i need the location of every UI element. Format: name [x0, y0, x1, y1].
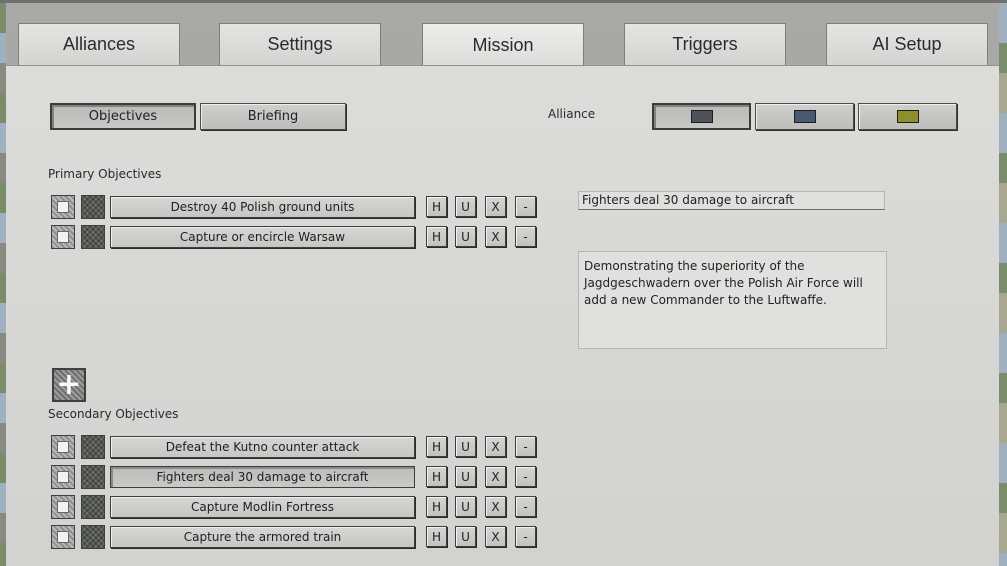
primary-objectives-heading: Primary Objectives	[48, 167, 162, 181]
x-button[interactable]: X	[485, 466, 506, 487]
briefing-button[interactable]: Briefing	[200, 103, 346, 130]
objective-checkbox[interactable]	[51, 525, 75, 549]
tab-mission[interactable]: Mission	[422, 23, 584, 67]
drag-handle-icon[interactable]	[81, 495, 105, 519]
secondary-objectives-heading: Secondary Objectives	[48, 407, 179, 421]
mission-panel: Objectives Briefing Alliance Primary Obj…	[6, 65, 999, 566]
u-button[interactable]: U	[455, 526, 476, 547]
objective-name[interactable]: Defeat the Kutno counter attack	[110, 436, 415, 458]
objective-name[interactable]: Capture or encircle Warsaw	[110, 226, 415, 248]
tab-ai-setup[interactable]: AI Setup	[826, 23, 988, 65]
objective-checkbox[interactable]	[51, 435, 75, 459]
checkbox-box	[57, 531, 69, 543]
objective-description-field[interactable]: Demonstrating the superiority of the Jag…	[578, 251, 887, 349]
minus-button[interactable]: -	[515, 226, 536, 247]
checkbox-box	[57, 441, 69, 453]
x-button[interactable]: X	[485, 496, 506, 517]
objectives-button[interactable]: Objectives	[50, 103, 196, 130]
objective-checkbox[interactable]	[51, 225, 75, 249]
tab-triggers[interactable]: Triggers	[624, 23, 786, 65]
drag-handle-icon[interactable]	[81, 465, 105, 489]
alliance-button-2[interactable]	[755, 103, 854, 130]
minus-button[interactable]: -	[515, 436, 536, 457]
objective-name-selected[interactable]: Fighters deal 30 damage to aircraft	[110, 466, 415, 488]
alliance-swatch	[896, 110, 919, 123]
minus-button[interactable]: -	[515, 496, 536, 517]
drag-handle-icon[interactable]	[81, 435, 105, 459]
h-button[interactable]: H	[426, 496, 447, 517]
tab-alliances[interactable]: Alliances	[18, 23, 180, 65]
checkbox-box	[57, 201, 69, 213]
alliance-swatch	[690, 110, 713, 123]
map-edge-right	[999, 3, 1007, 566]
mission-editor-window: Alliances Settings Mission Triggers AI S…	[0, 0, 1007, 566]
objective-checkbox[interactable]	[51, 195, 75, 219]
u-button[interactable]: U	[455, 496, 476, 517]
x-button[interactable]: X	[485, 436, 506, 457]
objective-name[interactable]: Capture the armored train	[110, 526, 415, 548]
checkbox-box	[57, 501, 69, 513]
alliance-button-1[interactable]	[652, 103, 751, 130]
u-button[interactable]: U	[455, 436, 476, 457]
alliance-button-3[interactable]	[858, 103, 957, 130]
drag-handle-icon[interactable]	[81, 195, 105, 219]
u-button[interactable]: U	[455, 226, 476, 247]
alliance-label: Alliance	[548, 107, 596, 121]
h-button[interactable]: H	[426, 466, 447, 487]
objective-name[interactable]: Destroy 40 Polish ground units	[110, 196, 415, 218]
add-objective-button[interactable]: +	[52, 368, 86, 402]
objective-checkbox[interactable]	[51, 465, 75, 489]
minus-button[interactable]: -	[515, 196, 536, 217]
alliance-swatch	[793, 110, 816, 123]
objective-name[interactable]: Capture Modlin Fortress	[110, 496, 415, 518]
h-button[interactable]: H	[426, 436, 447, 457]
checkbox-box	[57, 471, 69, 483]
u-button[interactable]: U	[455, 196, 476, 217]
tab-settings[interactable]: Settings	[219, 23, 381, 65]
u-button[interactable]: U	[455, 466, 476, 487]
h-button[interactable]: H	[426, 526, 447, 547]
x-button[interactable]: X	[485, 526, 506, 547]
h-button[interactable]: H	[426, 196, 447, 217]
minus-button[interactable]: -	[515, 466, 536, 487]
x-button[interactable]: X	[485, 196, 506, 217]
h-button[interactable]: H	[426, 226, 447, 247]
x-button[interactable]: X	[485, 226, 506, 247]
drag-handle-icon[interactable]	[81, 525, 105, 549]
objective-title-field[interactable]: Fighters deal 30 damage to aircraft	[578, 191, 885, 210]
minus-button[interactable]: -	[515, 526, 536, 547]
drag-handle-icon[interactable]	[81, 225, 105, 249]
objective-checkbox[interactable]	[51, 495, 75, 519]
checkbox-box	[57, 231, 69, 243]
